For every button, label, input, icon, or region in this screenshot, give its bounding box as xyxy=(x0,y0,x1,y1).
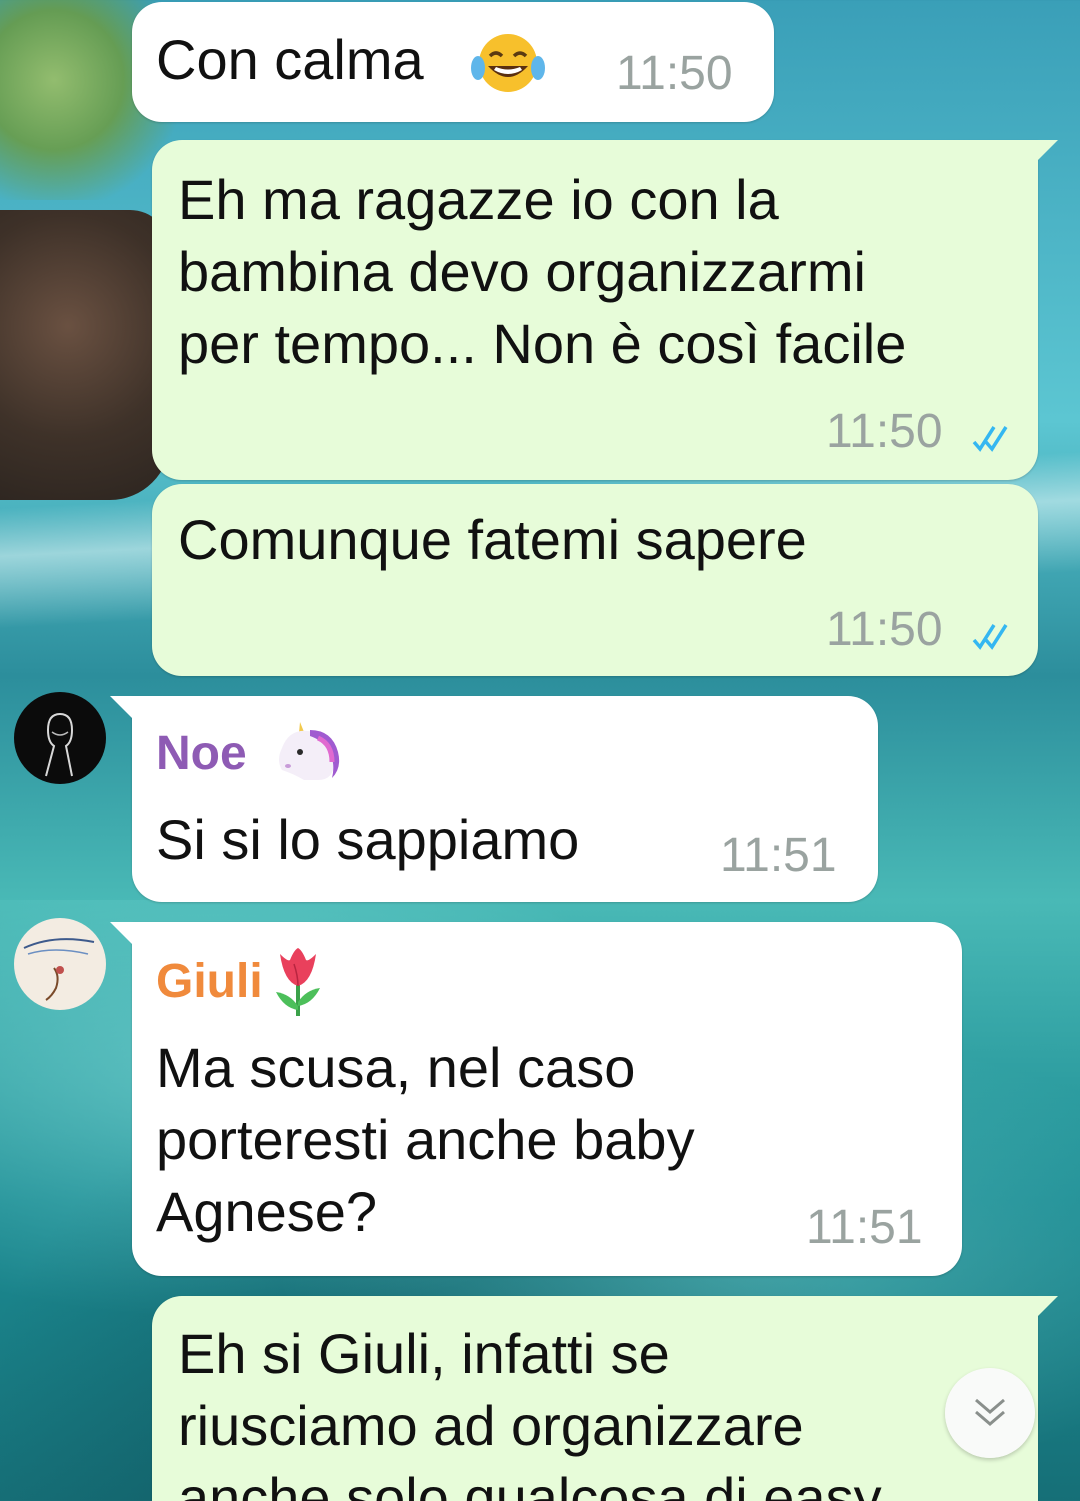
message-text-line: bambina devo organizzarmi xyxy=(178,240,866,303)
double-chevron-down-icon xyxy=(975,1398,1005,1426)
double-check-read-icon xyxy=(972,624,1008,650)
message-bubble-outgoing[interactable]: Eh si Giuli, infatti se riusciamo ad org… xyxy=(152,1296,1058,1501)
message-text-line: Eh ma ragazze io con la xyxy=(178,168,779,231)
sender-name[interactable]: Noe xyxy=(156,726,247,781)
message-text-line: riusciamo ad organizzare xyxy=(178,1394,804,1457)
message-timestamp: 11:51 xyxy=(720,829,837,882)
message-bubble-incoming[interactable]: Giuli Ma scusa, nel caso porteresti anch… xyxy=(110,922,962,1276)
avatar-giuli[interactable] xyxy=(14,918,106,1010)
message-bubble-incoming[interactable]: Noe Si si lo sappiamo 11:51 xyxy=(110,696,878,902)
message-text: Si si lo sappiamo xyxy=(156,808,580,871)
message-timestamp: 11:51 xyxy=(806,1201,923,1254)
message-timestamp: 11:50 xyxy=(826,603,943,656)
message-timestamp: 11:50 xyxy=(826,405,943,458)
wallpaper-rocks xyxy=(0,210,170,500)
tulip-icon xyxy=(276,948,320,1016)
message-text: Comunque fatemi sapere xyxy=(178,508,807,571)
message-bubble-incoming[interactable]: Con calma 11:50 xyxy=(132,2,774,122)
unicorn-icon xyxy=(279,722,340,780)
face-with-tears-of-joy-icon xyxy=(471,34,545,92)
message-text-line: per tempo... Non è così facile xyxy=(178,312,907,375)
portrait-sketch-icon xyxy=(23,938,95,1001)
avatar-noe[interactable] xyxy=(14,692,106,784)
message-bubble-outgoing[interactable]: Comunque fatemi sapere 11:50 xyxy=(152,484,1038,676)
message-bubble-outgoing[interactable]: Eh ma ragazze io con la bambina devo org… xyxy=(152,140,1058,480)
message-text-line: anche solo qualcosa di easy xyxy=(178,1466,882,1501)
message-text-line: Agnese? xyxy=(156,1180,378,1243)
message-timestamp: 11:50 xyxy=(616,47,733,100)
double-check-read-icon xyxy=(972,426,1008,452)
sender-name[interactable]: Giuli xyxy=(156,954,263,1009)
message-text-line: Ma scusa, nel caso xyxy=(156,1036,636,1099)
message-text: Con calma xyxy=(156,28,424,91)
message-text-line: Eh si Giuli, infatti se xyxy=(178,1322,670,1385)
portrait-sketch-icon xyxy=(45,713,74,777)
message-text-line: porteresti anche baby xyxy=(156,1108,695,1171)
scroll-to-bottom-button[interactable] xyxy=(945,1368,1035,1458)
